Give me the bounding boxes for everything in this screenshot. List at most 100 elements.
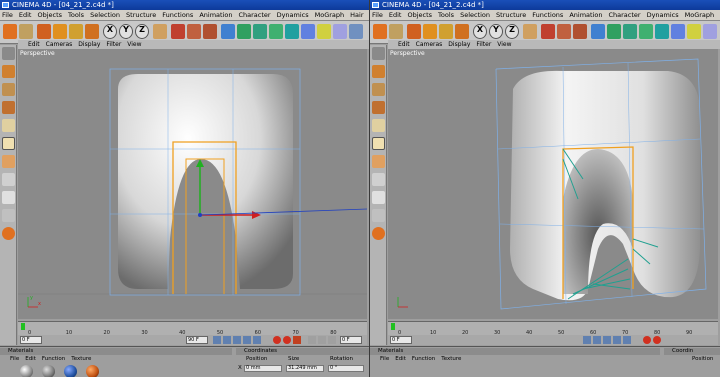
camera-icon[interactable] bbox=[671, 24, 685, 39]
axis-icon[interactable] bbox=[2, 155, 15, 168]
workplane-icon[interactable] bbox=[372, 209, 385, 222]
scene-icon[interactable] bbox=[703, 24, 717, 39]
materials-menu-function[interactable]: Function bbox=[412, 356, 435, 362]
viewport-menu-display[interactable]: Display bbox=[78, 41, 100, 48]
camera-icon[interactable] bbox=[301, 24, 315, 39]
undo-icon[interactable] bbox=[373, 24, 387, 39]
redo-icon[interactable] bbox=[389, 24, 403, 39]
materials-menu-texture[interactable]: Texture bbox=[441, 356, 461, 362]
current-frame-field[interactable]: 0 F bbox=[390, 336, 412, 344]
x-axis-lock-icon[interactable]: X bbox=[473, 24, 487, 39]
live-selection-icon[interactable] bbox=[37, 24, 51, 39]
viewport-menu-view[interactable]: View bbox=[127, 41, 141, 48]
viewport-menu-filter[interactable]: Filter bbox=[106, 41, 121, 48]
menu-tools[interactable]: Tools bbox=[68, 11, 84, 19]
array-icon[interactable] bbox=[253, 24, 267, 39]
animate-icon[interactable] bbox=[2, 227, 15, 240]
render-view-icon[interactable] bbox=[541, 24, 555, 39]
render-view-icon[interactable] bbox=[171, 24, 185, 39]
menu-character[interactable]: Character bbox=[608, 11, 640, 19]
animate-icon[interactable] bbox=[372, 227, 385, 240]
timeline-playhead[interactable] bbox=[21, 323, 25, 330]
viewport-menu-cameras[interactable]: Cameras bbox=[46, 41, 73, 48]
menu-structure[interactable]: Structure bbox=[496, 11, 526, 19]
snap-icon[interactable] bbox=[2, 191, 15, 204]
menu-animation[interactable]: Animation bbox=[199, 11, 232, 19]
prev-frame-icon[interactable] bbox=[223, 336, 231, 344]
menu-character[interactable]: Character bbox=[238, 11, 270, 19]
menu-file[interactable]: File bbox=[2, 11, 13, 19]
tag-icon[interactable] bbox=[349, 24, 363, 39]
materials-menu-texture[interactable]: Texture bbox=[71, 356, 91, 362]
timeline[interactable]: 0 10 20 30 40 50 60 70 80 bbox=[18, 321, 367, 336]
cube-icon[interactable] bbox=[221, 24, 235, 39]
menu-animation[interactable]: Animation bbox=[569, 11, 602, 19]
move-icon[interactable] bbox=[53, 24, 67, 39]
record-icon[interactable] bbox=[273, 336, 281, 344]
x-position-field[interactable]: 0 mm bbox=[244, 365, 282, 372]
workplane-icon[interactable] bbox=[2, 209, 15, 222]
use-edges-icon[interactable] bbox=[372, 119, 385, 132]
menu-selection[interactable]: Selection bbox=[90, 11, 120, 19]
redo-icon[interactable] bbox=[19, 24, 33, 39]
menu-selection[interactable]: Selection bbox=[460, 11, 490, 19]
use-texture-icon[interactable] bbox=[372, 83, 385, 96]
materials-menu-file[interactable]: File bbox=[10, 356, 19, 362]
nurbs-icon[interactable] bbox=[607, 24, 621, 39]
menu-edit[interactable]: Edit bbox=[19, 11, 32, 19]
play-icon[interactable] bbox=[603, 336, 611, 344]
tweak-icon[interactable] bbox=[2, 173, 15, 186]
timeline[interactable]: 0 10 20 30 40 50 60 70 80 90 bbox=[388, 321, 718, 336]
scale-key-icon[interactable] bbox=[318, 336, 326, 344]
y-axis-lock-icon[interactable]: Y bbox=[119, 24, 133, 39]
viewport-menu-display[interactable]: Display bbox=[448, 41, 470, 48]
deformer-icon[interactable] bbox=[269, 24, 283, 39]
menu-objects[interactable]: Objects bbox=[37, 11, 62, 19]
render-settings-icon[interactable] bbox=[573, 24, 587, 39]
scene-icon[interactable] bbox=[333, 24, 347, 39]
use-object-icon[interactable] bbox=[2, 65, 15, 78]
keyframe-icon[interactable] bbox=[293, 336, 301, 344]
use-edges-icon[interactable] bbox=[2, 119, 15, 132]
use-points-icon[interactable] bbox=[372, 101, 385, 114]
position-key-icon[interactable] bbox=[308, 336, 316, 344]
scale-icon[interactable] bbox=[69, 24, 83, 39]
use-model-icon[interactable] bbox=[2, 47, 15, 60]
environment-icon[interactable] bbox=[655, 24, 669, 39]
coordinate-system-icon[interactable] bbox=[153, 24, 167, 39]
use-polygons-icon[interactable] bbox=[2, 137, 15, 150]
rotate-icon[interactable] bbox=[85, 24, 99, 39]
menu-objects[interactable]: Objects bbox=[407, 11, 432, 19]
prev-frame-icon[interactable] bbox=[593, 336, 601, 344]
autokey-icon[interactable] bbox=[653, 336, 661, 344]
light-icon[interactable] bbox=[317, 24, 331, 39]
tweak-icon[interactable] bbox=[372, 173, 385, 186]
light-icon[interactable] bbox=[687, 24, 701, 39]
x-rotation-field[interactable]: 0 ° bbox=[328, 365, 364, 372]
array-icon[interactable] bbox=[623, 24, 637, 39]
y-axis-lock-icon[interactable]: Y bbox=[489, 24, 503, 39]
menu-mograph[interactable]: MoGraph bbox=[315, 11, 345, 19]
menu-dynamics[interactable]: Dynamics bbox=[277, 11, 309, 19]
materials-menu-function[interactable]: Function bbox=[42, 356, 65, 362]
viewport-menu-edit[interactable]: Edit bbox=[28, 41, 40, 48]
coordinate-system-icon[interactable] bbox=[523, 24, 537, 39]
z-axis-lock-icon[interactable]: Z bbox=[505, 24, 519, 39]
play-icon[interactable] bbox=[233, 336, 241, 344]
menu-functions[interactable]: Functions bbox=[532, 11, 563, 19]
material-ball-3[interactable] bbox=[64, 365, 77, 377]
viewport-menu-filter[interactable]: Filter bbox=[476, 41, 491, 48]
use-polygons-icon[interactable] bbox=[372, 137, 385, 150]
materials-menu-edit[interactable]: Edit bbox=[25, 356, 36, 362]
autokey-icon[interactable] bbox=[283, 336, 291, 344]
current-frame-field[interactable]: 0 F bbox=[20, 336, 42, 344]
arch-mesh[interactable] bbox=[118, 74, 293, 289]
menu-dynamics[interactable]: Dynamics bbox=[647, 11, 679, 19]
material-ball-1[interactable] bbox=[20, 365, 33, 377]
render-picture-viewer-icon[interactable] bbox=[557, 24, 571, 39]
timeline-playhead[interactable] bbox=[391, 323, 395, 330]
menu-edit[interactable]: Edit bbox=[389, 11, 402, 19]
use-points-icon[interactable] bbox=[2, 101, 15, 114]
menu-hair[interactable]: Hair bbox=[350, 11, 363, 19]
z-axis-lock-icon[interactable]: Z bbox=[135, 24, 149, 39]
